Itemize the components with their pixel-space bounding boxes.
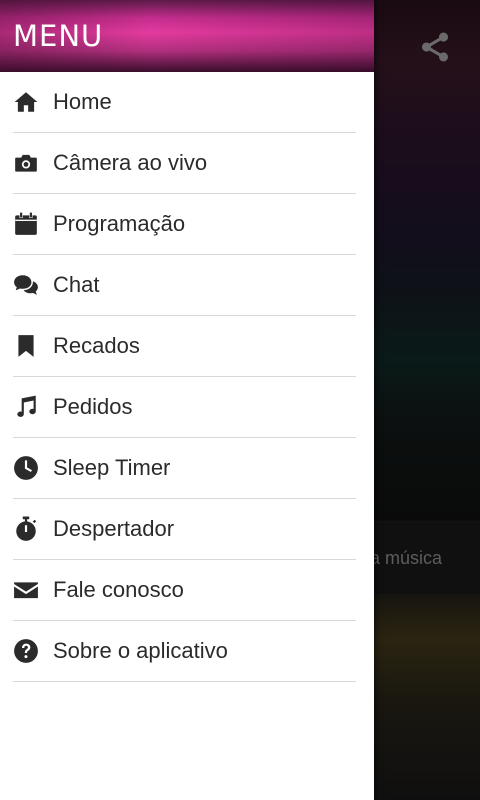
chat-icon	[13, 271, 41, 299]
menu-item-label: Programação	[53, 211, 186, 236]
camera-icon	[13, 149, 41, 177]
menu-item-schedule[interactable]: Programação	[13, 194, 356, 255]
question-icon	[13, 637, 41, 665]
bookmark-icon	[13, 332, 41, 360]
menu-item-label: Sobre o aplicativo	[53, 638, 228, 663]
menu-item-label: Sleep Timer	[53, 455, 171, 480]
menu-item-label: Pedidos	[53, 394, 133, 419]
menu-item-messages[interactable]: Recados	[13, 316, 356, 377]
drawer-header: MENU	[0, 0, 374, 72]
menu-title: MENU	[13, 19, 104, 53]
menu-item-alarm[interactable]: Despertador	[13, 499, 356, 560]
envelope-icon	[13, 576, 41, 604]
stopwatch-icon	[13, 515, 41, 543]
menu-item-about[interactable]: Sobre o aplicativo	[13, 621, 356, 682]
navigation-drawer: MENU Home Câmera ao vivo Programação Cha…	[0, 0, 374, 800]
menu-item-label: Recados	[53, 333, 140, 358]
menu-item-label: Câmera ao vivo	[53, 150, 208, 175]
menu-item-chat[interactable]: Chat	[13, 255, 356, 316]
calendar-icon	[13, 210, 41, 238]
menu-item-label: Chat	[53, 272, 100, 297]
menu-item-home[interactable]: Home	[13, 72, 356, 133]
menu-item-requests[interactable]: Pedidos	[13, 377, 356, 438]
now-playing-text: a música	[370, 548, 443, 568]
menu-item-label: Home	[53, 89, 112, 114]
clock-icon	[13, 454, 41, 482]
menu-item-contact[interactable]: Fale conosco	[13, 560, 356, 621]
menu-list: Home Câmera ao vivo Programação Chat Rec	[0, 72, 374, 682]
menu-item-camera[interactable]: Câmera ao vivo	[13, 133, 356, 194]
music-note-icon	[13, 393, 41, 421]
menu-item-sleep-timer[interactable]: Sleep Timer	[13, 438, 356, 499]
menu-item-label: Fale conosco	[53, 577, 184, 602]
menu-item-label: Despertador	[53, 516, 175, 541]
home-icon	[13, 88, 41, 116]
share-icon[interactable]	[418, 30, 452, 64]
